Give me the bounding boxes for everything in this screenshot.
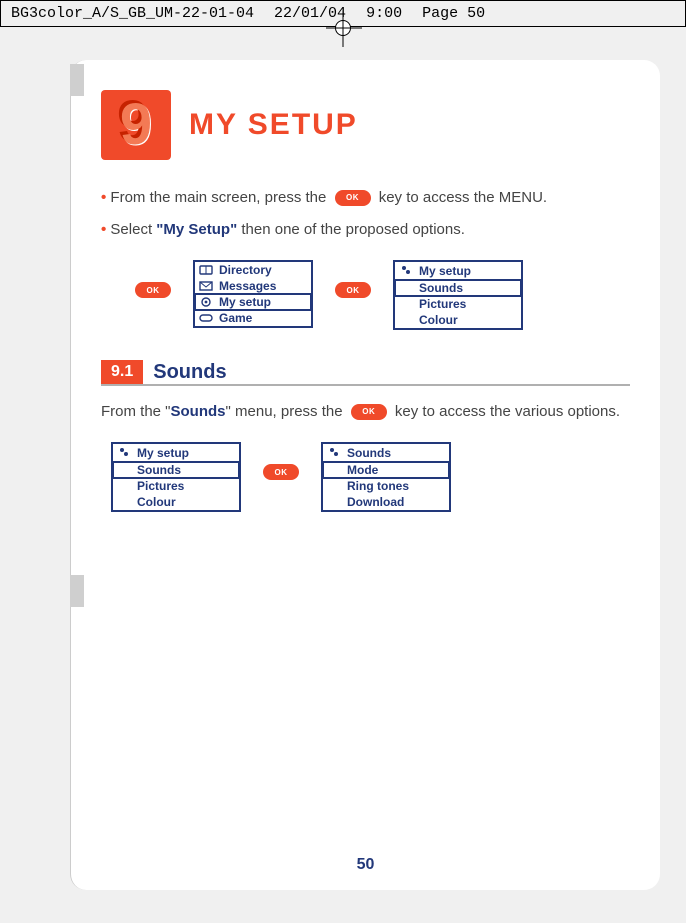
page-sheet: 9 MY SETUP From the main screen, press t…: [70, 60, 660, 890]
side-tab: [70, 575, 84, 607]
menu-title: My setup: [395, 262, 521, 280]
section-text: From the "Sounds" menu, press the key to…: [101, 400, 630, 424]
my-setup-menu-box-2: My setup Sounds Pictures Colour: [111, 442, 241, 512]
side-tab: [70, 64, 84, 96]
menu-item-selected: Sounds: [395, 280, 521, 296]
menu-flow-2: My setup Sounds Pictures Colour Sounds M…: [111, 442, 630, 512]
sounds-menu-box: Sounds Mode Ring tones Download: [321, 442, 451, 512]
menu-flow-1: Directory Messages My setup Game My setu…: [131, 260, 630, 330]
menu-item: Download: [323, 494, 449, 510]
chapter-number: 9: [120, 96, 152, 154]
menu-item: Pictures: [395, 296, 521, 312]
menu-item: Pictures: [113, 478, 239, 494]
doc-id: BG3color_A/S_GB_UM-22-01-04: [11, 5, 254, 22]
chapter-title: MY SETUP: [189, 108, 358, 142]
section-header: 9.1 Sounds: [101, 360, 630, 386]
intro-line-1: From the main screen, press the key to a…: [101, 186, 630, 210]
menu-title: Sounds: [323, 444, 449, 462]
doc-date: 22/01/04: [274, 5, 346, 22]
menu-item-selected: My setup: [195, 294, 311, 310]
directory-icon: [199, 264, 213, 276]
chapter-rule: [101, 142, 660, 148]
ok-key-icon: [351, 404, 387, 420]
menu-title: My setup: [113, 444, 239, 462]
chapter-header: 9 MY SETUP: [101, 90, 630, 160]
ok-key-icon: [263, 464, 299, 480]
ok-key-icon: [135, 282, 171, 298]
messages-icon: [199, 280, 213, 292]
ok-key-icon: [335, 190, 371, 206]
menu-item: Messages: [195, 278, 311, 294]
intro-line-2: Select "My Setup" then one of the propos…: [101, 218, 630, 242]
doc-page-label: Page 50: [422, 5, 485, 22]
menu-item: Ring tones: [323, 478, 449, 494]
menu-item: Colour: [395, 312, 521, 328]
setup-icon: [117, 446, 131, 458]
section-title: Sounds: [153, 361, 226, 384]
registration-mark-icon: [335, 20, 351, 36]
menu-item-selected: Sounds: [113, 462, 239, 478]
game-icon: [199, 312, 213, 324]
menu-item: Directory: [195, 262, 311, 278]
my-setup-menu-box: My setup Sounds Pictures Colour: [393, 260, 523, 330]
main-menu-box: Directory Messages My setup Game: [193, 260, 313, 328]
page-number: 50: [71, 856, 660, 874]
menu-item: Game: [195, 310, 311, 326]
menu-item-selected: Mode: [323, 462, 449, 478]
doc-time: 9:00: [366, 5, 402, 22]
menu-item: Colour: [113, 494, 239, 510]
sounds-icon: [327, 446, 341, 458]
chapter-number-badge: 9: [101, 90, 171, 160]
setup-icon: [199, 296, 213, 308]
setup-icon: [399, 264, 413, 276]
ok-key-icon: [335, 282, 371, 298]
section-number: 9.1: [101, 360, 143, 384]
